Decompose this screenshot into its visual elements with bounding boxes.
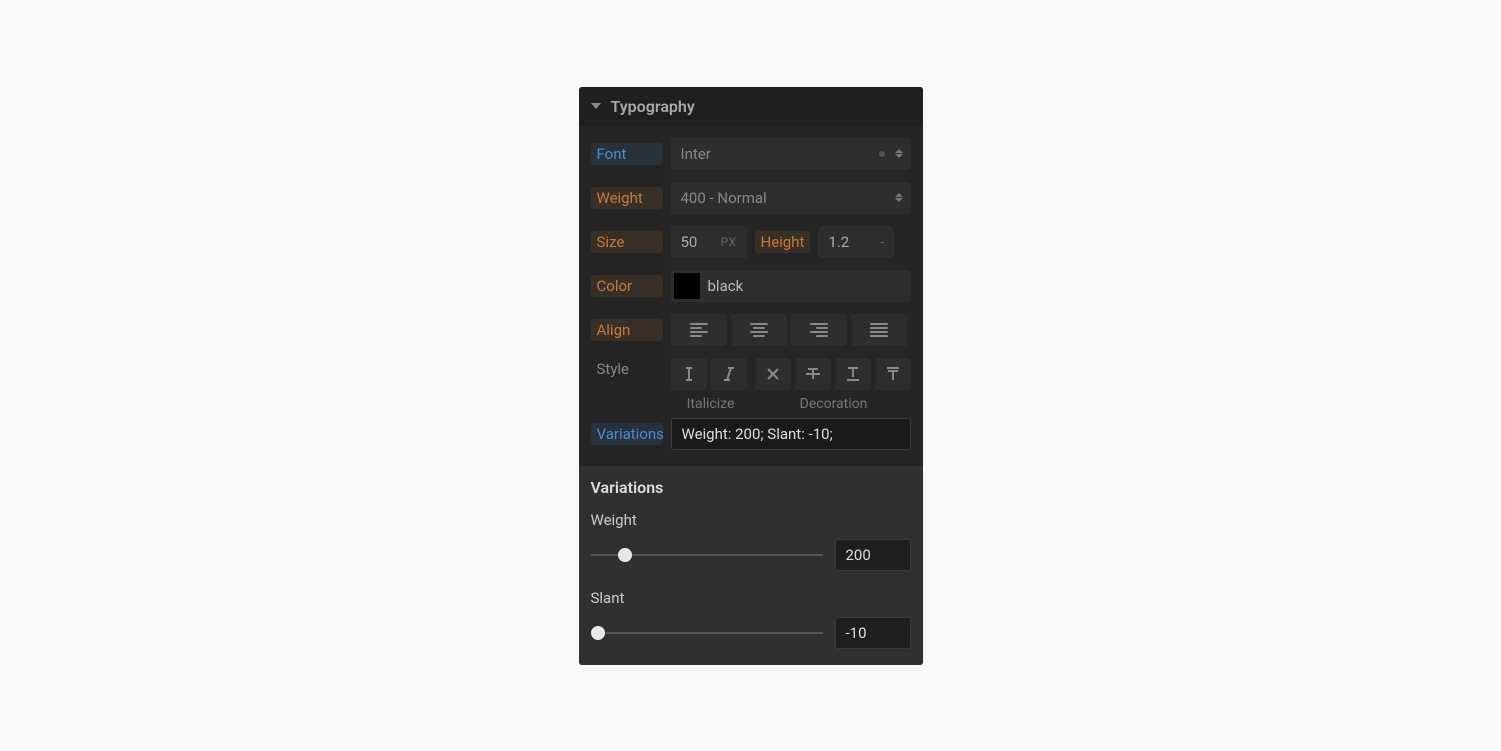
decoration-none-button[interactable] [755,358,791,390]
color-value: black [708,277,744,295]
overline-icon [885,366,901,382]
color-swatch[interactable] [674,273,700,299]
size-value: 50 [681,233,721,251]
style-label: Style [591,358,663,380]
underline-icon [845,366,861,382]
color-label: Color [591,275,663,297]
size-input[interactable]: 50 PX [671,226,747,258]
decoration-overline-button[interactable] [875,358,911,390]
slider-thumb[interactable] [591,626,605,640]
font-label: Font [591,143,663,165]
slant-slider-label: Slant [591,589,911,607]
weight-slider-value: 200 [846,546,871,564]
strikethrough-icon [805,366,821,382]
variations-label: Variations [591,423,663,445]
size-unit: PX [721,235,737,249]
weight-value: 400 - Normal [681,189,767,207]
style-row: Style [591,352,911,412]
variations-subpanel-title: Variations [591,478,911,497]
collapse-triangle-icon [591,103,601,109]
slider-thumb[interactable] [618,548,632,562]
weight-select[interactable]: 400 - Normal [671,182,911,214]
align-left-icon [690,323,708,337]
size-label: Size [591,231,663,253]
variations-input[interactable]: Weight: 200; Slant: -10; [671,418,911,450]
color-row: Color black [591,264,911,308]
weight-slider-label: Weight [591,511,911,529]
typography-title: Typography [611,97,695,116]
select-chevrons-icon [895,193,903,202]
variations-subpanel: Variations Weight 200 Slant [579,466,923,665]
align-row: Align [591,308,911,352]
align-right-icon [810,323,828,337]
text-upright-icon [682,366,696,382]
font-select[interactable]: Inter [671,138,911,170]
slider-track [591,632,823,634]
font-row: Font Inter [591,132,911,176]
font-status-dot-icon [879,151,885,157]
typography-panel: Typography Font Inter Weight 400 - Norma… [579,87,923,665]
weight-slider-input[interactable]: 200 [835,539,911,571]
height-unit: - [880,233,884,251]
font-value: Inter [681,145,711,163]
decoration-underline-button[interactable] [835,358,871,390]
color-input[interactable]: black [671,270,911,302]
slant-slider-input[interactable]: -10 [835,617,911,649]
variations-value: Weight: 200; Slant: -10; [682,425,833,443]
slant-slider[interactable] [591,623,823,643]
align-justify-icon [870,323,888,337]
decoration-sublabel: Decoration [759,396,909,412]
align-center-icon [750,323,768,337]
decoration-strikethrough-button[interactable] [795,358,831,390]
align-justify-button[interactable] [851,314,907,346]
select-chevrons-icon [895,149,903,158]
align-center-button[interactable] [731,314,787,346]
italic-off-button[interactable] [671,358,707,390]
slant-slider-value: -10 [846,624,867,642]
align-label: Align [591,319,663,341]
weight-slider[interactable] [591,545,823,565]
weight-label: Weight [591,187,663,209]
height-input[interactable]: 1.2 - [818,226,894,258]
variations-row: Variations Weight: 200; Slant: -10; [591,412,911,456]
italic-icon [722,366,736,382]
align-left-button[interactable] [671,314,727,346]
weight-row: Weight 400 - Normal [591,176,911,220]
slant-slider-group: Slant -10 [591,589,911,649]
italic-on-button[interactable] [711,358,747,390]
align-right-button[interactable] [791,314,847,346]
height-value: 1.2 [828,233,884,251]
x-icon [766,367,780,381]
size-height-row: Size 50 PX Height 1.2 - [591,220,911,264]
italicize-sublabel: Italicize [671,396,751,412]
typography-rows: Font Inter Weight 400 - Normal Size [579,126,923,466]
typography-section-header[interactable]: Typography [579,87,923,126]
height-label: Height [755,231,811,253]
weight-slider-group: Weight 200 [591,511,911,571]
